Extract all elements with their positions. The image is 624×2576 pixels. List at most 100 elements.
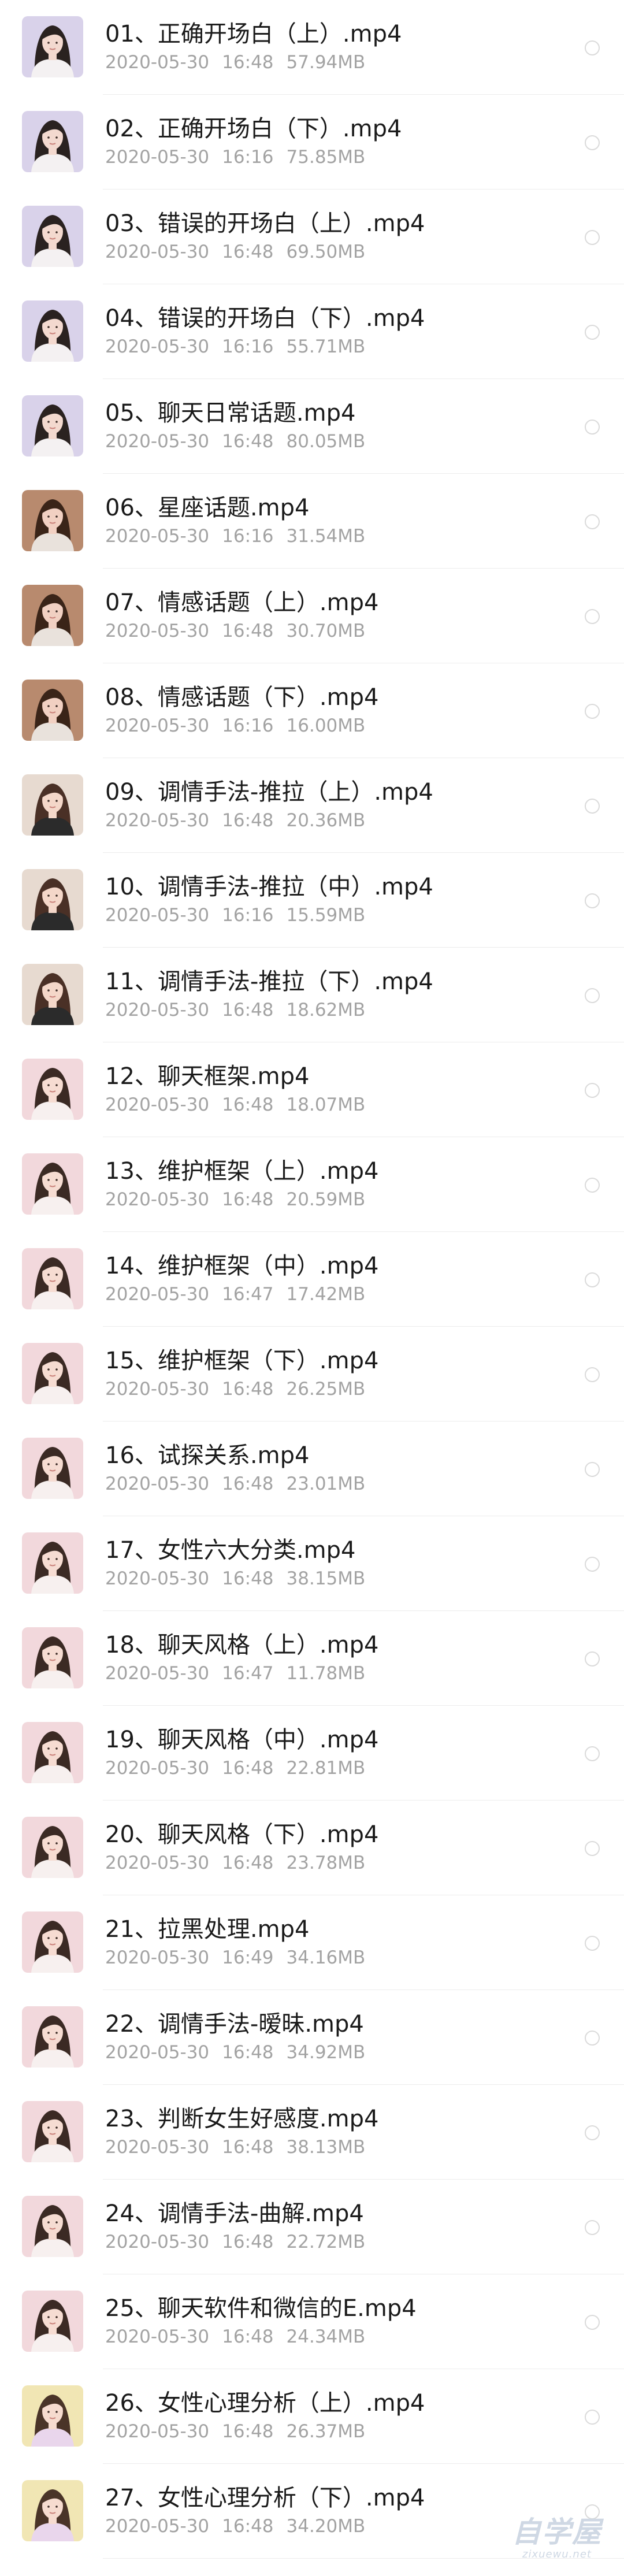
- file-row[interactable]: 25、聊天软件和微信的E.mp4 2020-05-30 16:48 24.34MB: [0, 2274, 624, 2369]
- file-info: 25、聊天软件和微信的E.mp4 2020-05-30 16:48 24.34MB: [105, 2294, 555, 2348]
- select-radio[interactable]: [585, 2410, 600, 2425]
- video-thumbnail-icon[interactable]: [22, 206, 83, 267]
- video-thumbnail-icon[interactable]: [22, 1438, 83, 1499]
- file-size: 34.20MB: [286, 2516, 366, 2537]
- video-thumbnail-icon[interactable]: [22, 1248, 83, 1309]
- video-thumbnail-icon[interactable]: [22, 2196, 83, 2257]
- video-thumbnail-icon[interactable]: [22, 1343, 83, 1404]
- video-thumbnail-icon[interactable]: [22, 2006, 83, 2068]
- file-row[interactable]: 02、正确开场白（下）.mp4 2020-05-30 16:16 75.85MB: [0, 95, 624, 190]
- file-row[interactable]: 24、调情手法-曲解.mp4 2020-05-30 16:48 22.72MB: [0, 2180, 624, 2274]
- file-name: 12、聊天框架.mp4: [105, 1063, 310, 1090]
- select-radio[interactable]: [585, 514, 600, 529]
- video-thumbnail-icon[interactable]: [22, 395, 83, 456]
- file-size: 30.70MB: [286, 621, 366, 641]
- select-radio[interactable]: [585, 1841, 600, 1856]
- file-row[interactable]: 22、调情手法-暧昧.mp4 2020-05-30 16:48 34.92MB: [0, 1990, 624, 2085]
- select-radio[interactable]: [585, 1936, 600, 1951]
- file-info: 09、调情手法-推拉（上）.mp4 2020-05-30 16:48 20.36MB: [105, 778, 555, 832]
- select-radio[interactable]: [585, 609, 600, 624]
- video-thumbnail-icon[interactable]: [22, 585, 83, 646]
- select-radio[interactable]: [585, 1651, 600, 1666]
- file-row[interactable]: 15、维护框架（下）.mp4 2020-05-30 16:48 26.25MB: [0, 1327, 624, 1421]
- file-meta: 2020-05-30 16:47 17.42MB: [105, 1283, 555, 1306]
- select-radio[interactable]: [585, 40, 600, 55]
- select-radio[interactable]: [585, 420, 600, 435]
- file-row[interactable]: 12、聊天框架.mp4 2020-05-30 16:48 18.07MB: [0, 1042, 624, 1137]
- video-thumbnail-icon[interactable]: [22, 1532, 83, 1594]
- file-info: 10、调情手法-推拉（中）.mp4 2020-05-30 16:16 15.59MB: [105, 873, 555, 927]
- video-thumbnail-icon[interactable]: [22, 111, 83, 172]
- file-row[interactable]: 16、试探关系.mp4 2020-05-30 16:48 23.01MB: [0, 1421, 624, 1516]
- file-meta: 2020-05-30 16:48 23.01MB: [105, 1472, 555, 1495]
- video-thumbnail-icon[interactable]: [22, 1722, 83, 1783]
- video-thumbnail-icon[interactable]: [22, 1627, 83, 1688]
- select-radio[interactable]: [585, 2220, 600, 2235]
- video-thumbnail-icon[interactable]: [22, 1153, 83, 1215]
- video-thumbnail-icon[interactable]: [22, 2291, 83, 2352]
- file-row[interactable]: 18、聊天风格（上）.mp4 2020-05-30 16:47 11.78MB: [0, 1611, 624, 1706]
- select-radio[interactable]: [585, 2031, 600, 2046]
- file-row[interactable]: 21、拉黑处理.mp4 2020-05-30 16:49 34.16MB: [0, 1895, 624, 1990]
- file-name: 01、正确开场白（上）.mp4: [105, 21, 402, 47]
- video-thumbnail-icon[interactable]: [22, 1059, 83, 1120]
- file-row[interactable]: 07、情感话题（上）.mp4 2020-05-30 16:48 30.70MB: [0, 569, 624, 663]
- video-thumbnail-icon[interactable]: [22, 774, 83, 836]
- select-radio[interactable]: [585, 704, 600, 719]
- video-thumbnail-icon[interactable]: [22, 964, 83, 1025]
- select-radio[interactable]: [585, 988, 600, 1003]
- file-row[interactable]: 01、正确开场白（上）.mp4 2020-05-30 16:48 57.94MB: [0, 0, 624, 95]
- video-thumbnail-icon[interactable]: [22, 1817, 83, 1878]
- select-radio[interactable]: [585, 1462, 600, 1477]
- video-thumbnail-icon[interactable]: [22, 869, 83, 930]
- file-row[interactable]: 14、维护框架（中）.mp4 2020-05-30 16:47 17.42MB: [0, 1232, 624, 1327]
- file-row[interactable]: 11、调情手法-推拉（下）.mp4 2020-05-30 16:48 18.62MB: [0, 948, 624, 1042]
- select-radio[interactable]: [585, 2315, 600, 2330]
- select-radio[interactable]: [585, 1746, 600, 1761]
- video-thumbnail-icon[interactable]: [22, 680, 83, 741]
- file-info: 20、聊天风格（下）.mp4 2020-05-30 16:48 23.78MB: [105, 1820, 555, 1875]
- select-radio[interactable]: [585, 2125, 600, 2140]
- file-time: 16:48: [222, 1094, 274, 1115]
- video-thumbnail-icon[interactable]: [22, 490, 83, 551]
- file-row[interactable]: 08、情感话题（下）.mp4 2020-05-30 16:16 16.00MB: [0, 663, 624, 758]
- file-row[interactable]: 06、星座话题.mp4 2020-05-30 16:16 31.54MB: [0, 474, 624, 569]
- video-thumbnail-icon[interactable]: [22, 2101, 83, 2162]
- select-radio[interactable]: [585, 1557, 600, 1572]
- video-thumbnail-icon[interactable]: [22, 1911, 83, 1973]
- video-thumbnail-icon[interactable]: [22, 300, 83, 362]
- file-row[interactable]: 05、聊天日常话题.mp4 2020-05-30 16:48 80.05MB: [0, 379, 624, 474]
- file-size: 24.34MB: [286, 2326, 366, 2347]
- file-time: 16:48: [222, 1189, 274, 1210]
- file-date: 2020-05-30: [105, 2516, 210, 2537]
- file-row[interactable]: 17、女性六大分类.mp4 2020-05-30 16:48 38.15MB: [0, 1516, 624, 1611]
- file-date: 2020-05-30: [105, 1379, 210, 1400]
- file-row[interactable]: 19、聊天风格（中）.mp4 2020-05-30 16:48 22.81MB: [0, 1706, 624, 1801]
- select-radio[interactable]: [585, 799, 600, 814]
- file-row[interactable]: 13、维护框架（上）.mp4 2020-05-30 16:48 20.59MB: [0, 1137, 624, 1232]
- file-info: 24、调情手法-曲解.mp4 2020-05-30 16:48 22.72MB: [105, 2199, 555, 2254]
- select-radio[interactable]: [585, 1367, 600, 1382]
- file-row[interactable]: 10、调情手法-推拉（中）.mp4 2020-05-30 16:16 15.59MB: [0, 853, 624, 948]
- file-row[interactable]: 26、女性心理分析（上）.mp4 2020-05-30 16:48 26.37MB: [0, 2369, 624, 2464]
- video-thumbnail-icon[interactable]: [22, 2385, 83, 2447]
- select-radio[interactable]: [585, 893, 600, 908]
- video-thumbnail-icon[interactable]: [22, 16, 83, 77]
- select-radio[interactable]: [585, 230, 600, 245]
- video-thumbnail-icon[interactable]: [22, 2480, 83, 2541]
- file-row[interactable]: 23、判断女生好感度.mp4 2020-05-30 16:48 38.13MB: [0, 2085, 624, 2180]
- select-radio[interactable]: [585, 135, 600, 150]
- file-row[interactable]: 03、错误的开场白（上）.mp4 2020-05-30 16:48 69.50MB: [0, 190, 624, 284]
- file-size: 11.78MB: [286, 1663, 366, 1684]
- select-radio[interactable]: [585, 1178, 600, 1193]
- select-radio[interactable]: [585, 1272, 600, 1287]
- select-radio[interactable]: [585, 1083, 600, 1098]
- file-size: 17.42MB: [286, 1284, 366, 1305]
- file-row[interactable]: 20、聊天风格（下）.mp4 2020-05-30 16:48 23.78MB: [0, 1801, 624, 1895]
- file-row[interactable]: 09、调情手法-推拉（上）.mp4 2020-05-30 16:48 20.36MB: [0, 758, 624, 853]
- select-radio[interactable]: [585, 325, 600, 340]
- file-row[interactable]: 04、错误的开场白（下）.mp4 2020-05-30 16:16 55.71MB: [0, 284, 624, 379]
- file-info: 05、聊天日常话题.mp4 2020-05-30 16:48 80.05MB: [105, 399, 555, 453]
- file-time: 16:48: [222, 810, 274, 831]
- file-meta: 2020-05-30 16:48 57.94MB: [105, 51, 555, 74]
